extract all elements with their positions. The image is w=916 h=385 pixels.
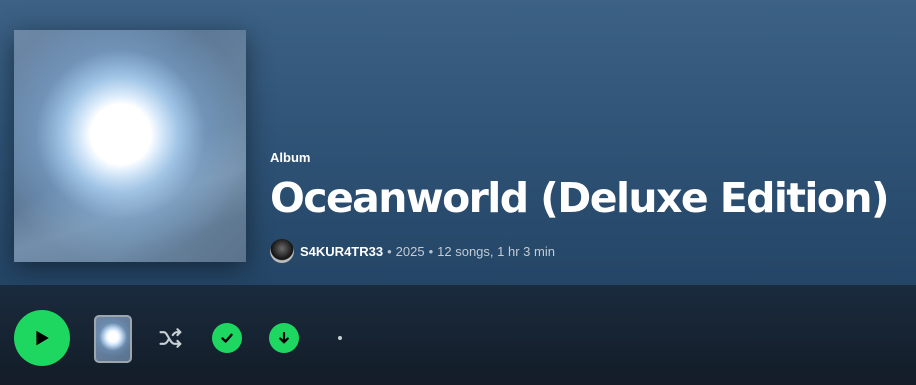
album-header: Album Oceanworld (Deluxe Edition) S4KUR4… bbox=[0, 0, 916, 285]
check-icon bbox=[221, 333, 233, 343]
play-icon bbox=[36, 330, 49, 346]
saved-to-library-button[interactable] bbox=[212, 323, 242, 353]
shuffle-icon bbox=[159, 328, 182, 348]
comma-separator: , bbox=[489, 243, 498, 259]
more-options-button[interactable] bbox=[325, 323, 355, 353]
action-bar bbox=[0, 285, 916, 385]
shuffle-button[interactable] bbox=[156, 323, 186, 353]
separator-dot: • bbox=[428, 243, 434, 259]
album-byline: S4KUR4TR33 • 2025 • 12 songs, 1 hr 3 min bbox=[270, 239, 888, 263]
album-cover-art[interactable] bbox=[14, 30, 246, 262]
download-button[interactable] bbox=[269, 323, 299, 353]
play-button[interactable] bbox=[14, 310, 70, 366]
album-meta: Album Oceanworld (Deluxe Edition) S4KUR4… bbox=[270, 150, 890, 263]
download-icon bbox=[279, 331, 289, 344]
album-duration: 1 hr 3 min bbox=[497, 243, 555, 259]
release-year: 2025 bbox=[395, 243, 425, 259]
album-title: Oceanworld (Deluxe Edition) bbox=[270, 174, 890, 222]
song-count: 12 songs bbox=[437, 243, 490, 259]
artist-avatar[interactable] bbox=[270, 239, 294, 263]
preview-cover-button[interactable] bbox=[94, 315, 132, 363]
artist-name-link[interactable]: S4KUR4TR33 bbox=[300, 244, 383, 259]
more-options-icon bbox=[338, 336, 342, 340]
album-type-label: Album bbox=[270, 150, 311, 165]
separator-dot: • bbox=[387, 243, 392, 259]
